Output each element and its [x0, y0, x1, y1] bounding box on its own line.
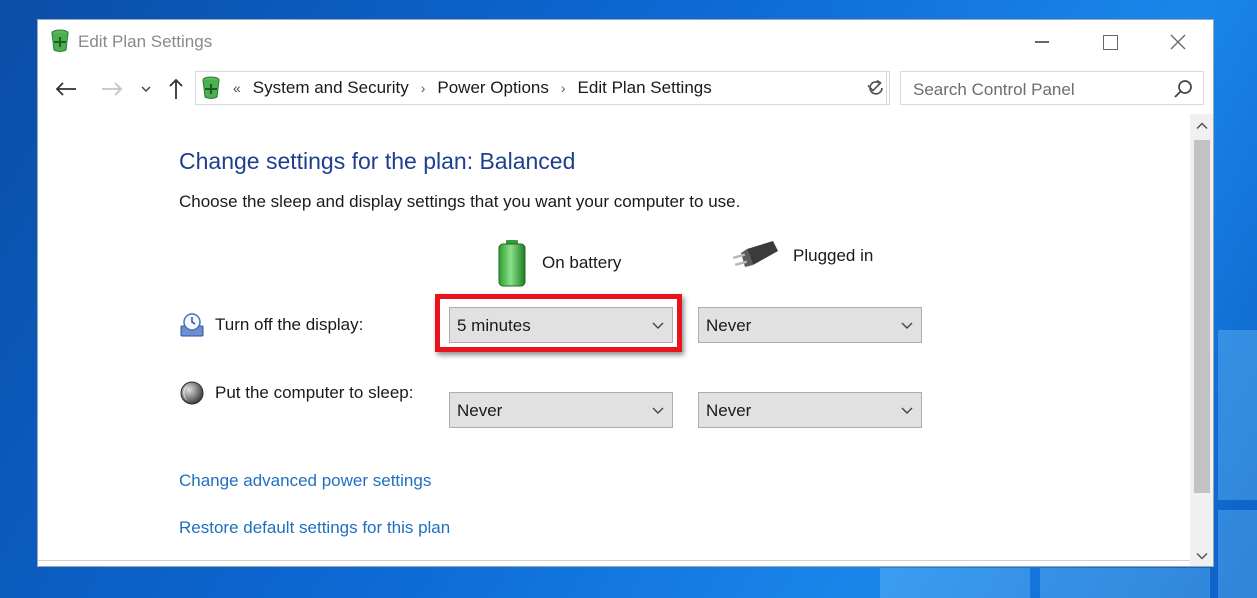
plugged-in-label: Plugged in: [793, 246, 874, 265]
scroll-up-button[interactable]: [1190, 114, 1213, 138]
on-battery-label: On battery: [542, 253, 622, 272]
edit-plan-settings-window: Edit Plan Settings « System and Security…: [37, 19, 1214, 567]
turn-off-display-label: Turn off the display:: [215, 315, 364, 334]
chevron-up-icon: [1196, 122, 1208, 130]
sleep-plugged-value: Never: [706, 401, 752, 420]
recent-locations-button[interactable]: [138, 76, 154, 102]
display-plugged-select[interactable]: Never: [698, 307, 922, 343]
desktop-window-logo: [880, 568, 1030, 598]
power-plug-icon: [733, 241, 778, 267]
breadcrumb-power-options[interactable]: Power Options: [437, 78, 549, 98]
forward-arrow-icon: [102, 82, 123, 96]
breadcrumb-separator-icon[interactable]: ›: [421, 80, 426, 96]
forward-button[interactable]: [98, 76, 126, 102]
breadcrumb-edit-plan-settings[interactable]: Edit Plan Settings: [578, 78, 712, 98]
setting-row-sleep: Put the computer to sleep:: [179, 380, 413, 406]
desktop-window-logo: [1218, 330, 1257, 500]
refresh-button[interactable]: [862, 71, 890, 105]
close-button[interactable]: [1144, 20, 1212, 64]
content-area: Change settings for the plan: Balanced C…: [38, 114, 1190, 566]
up-button[interactable]: [164, 76, 188, 102]
power-plan-icon: [51, 29, 69, 52]
search-box[interactable]: [900, 71, 1204, 105]
column-plugged-in: Plugged in: [733, 239, 873, 273]
chevron-down-icon: [901, 322, 913, 329]
power-plan-icon: [202, 76, 220, 99]
maximize-icon: [1102, 34, 1118, 50]
moon-sleep-icon: [180, 381, 204, 405]
vertical-scrollbar[interactable]: [1190, 114, 1213, 566]
desktop-window-logo: [1218, 510, 1257, 598]
maximize-button[interactable]: [1076, 20, 1144, 64]
battery-icon: [498, 240, 526, 287]
close-icon: [1170, 34, 1186, 50]
page-title: Change settings for the plan: Balanced: [179, 148, 576, 174]
sleep-battery-value: Never: [457, 401, 503, 420]
sleep-battery-select[interactable]: Never: [449, 392, 673, 428]
breadcrumb-overflow[interactable]: «: [233, 80, 241, 96]
search-icon[interactable]: [1173, 79, 1193, 99]
display-plugged-value: Never: [706, 316, 752, 335]
chevron-down-icon: [1196, 552, 1208, 560]
restore-default-settings-link[interactable]: Restore default settings for this plan: [179, 518, 450, 538]
up-arrow-icon: [169, 78, 183, 99]
setting-row-display: Turn off the display:: [179, 312, 363, 338]
address-bar[interactable]: « System and Security › Power Options › …: [195, 71, 887, 105]
sleep-plugged-select[interactable]: Never: [698, 392, 922, 428]
window-title: Edit Plan Settings: [78, 32, 213, 51]
chevron-down-icon: [652, 407, 664, 414]
chevron-down-icon: [141, 86, 151, 93]
scroll-down-button[interactable]: [1190, 544, 1213, 566]
back-arrow-icon: [55, 82, 76, 96]
scrollbar-thumb[interactable]: [1194, 140, 1210, 493]
change-advanced-power-settings-link[interactable]: Change advanced power settings: [179, 471, 431, 491]
put-computer-to-sleep-label: Put the computer to sleep:: [215, 383, 414, 402]
highlight-box: [435, 294, 682, 352]
title-bar: Edit Plan Settings: [38, 20, 1213, 64]
navigation-bar: « System and Security › Power Options › …: [38, 70, 1213, 108]
monitor-clock-icon: [180, 313, 204, 337]
breadcrumb-system-and-security[interactable]: System and Security: [253, 78, 409, 98]
back-button[interactable]: [52, 76, 80, 102]
chevron-down-icon: [901, 407, 913, 414]
page-description: Choose the sleep and display settings th…: [179, 192, 741, 211]
refresh-icon: [868, 79, 883, 95]
divider: [38, 560, 1190, 561]
desktop-window-logo: [1040, 568, 1210, 598]
breadcrumb-separator-icon[interactable]: ›: [561, 80, 566, 96]
minimize-button[interactable]: [1008, 20, 1076, 64]
search-input[interactable]: [911, 78, 1165, 102]
column-on-battery: On battery: [496, 239, 621, 287]
minimize-icon: [1035, 41, 1049, 43]
